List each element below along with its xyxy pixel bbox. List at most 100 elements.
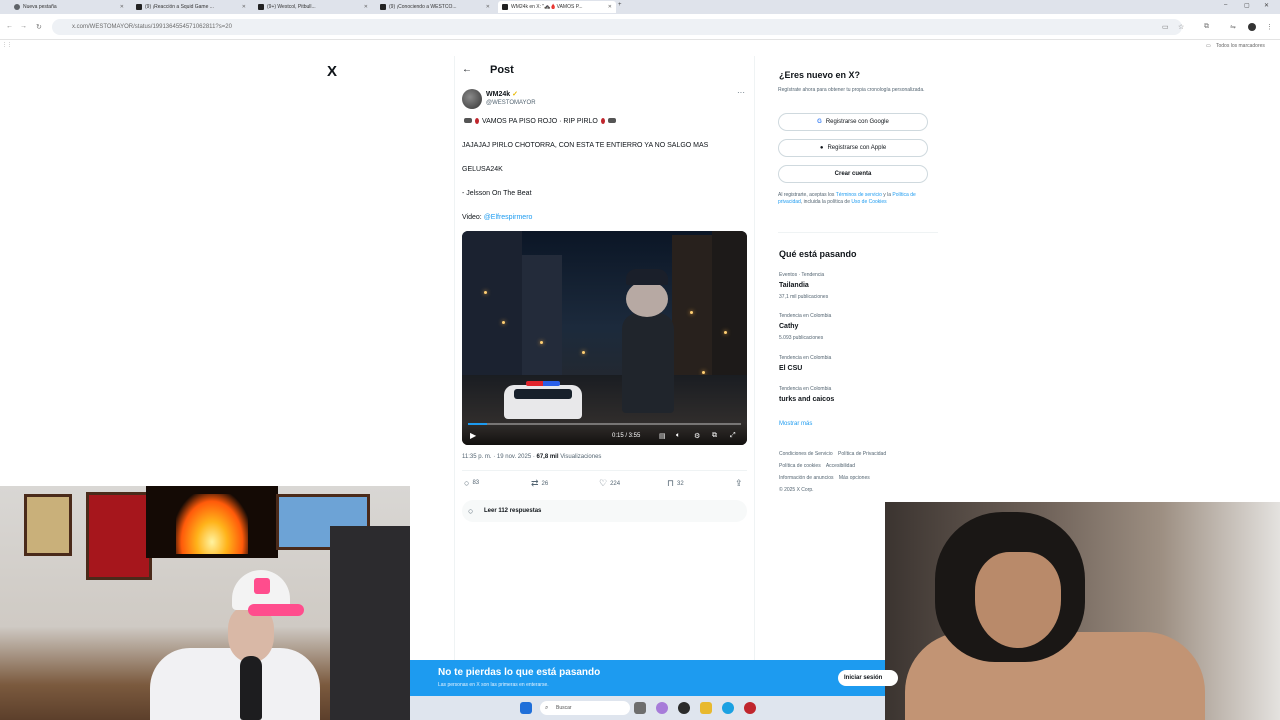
back-icon[interactable]: ← [6, 23, 13, 30]
wall-frame [86, 492, 152, 580]
copilot-icon[interactable] [656, 702, 668, 714]
widget-icon[interactable] [634, 702, 646, 714]
taskbar-search[interactable]: ⌕ Buscar [540, 701, 630, 715]
post-line-2: JAJAJAJ PIRLO CHOTORRA, CON ESTA TE ENTI… [462, 142, 709, 149]
video-player[interactable]: ▶ 0:15 / 3:55 ▤ 🔈︎ ⚙︎ ⧉ ⤢ [462, 231, 747, 445]
trend-item[interactable]: Cathy [779, 323, 798, 330]
video-credit-link[interactable]: @Elfrespirmero [484, 214, 533, 221]
close-window-icon[interactable]: ✕ [1264, 2, 1269, 9]
tab-title: (9+) Westcol, Pitbull... [267, 4, 316, 10]
windows-start-icon[interactable] [520, 702, 532, 714]
file-explorer-icon[interactable] [700, 702, 712, 714]
chrome-icon[interactable] [678, 702, 690, 714]
divider [778, 232, 938, 233]
apps-icon[interactable]: ⋮⋮ [2, 42, 12, 48]
trend-item[interactable]: Tailandia [779, 282, 809, 289]
signup-apple-button[interactable]: ● Registrarse con Apple [778, 139, 928, 157]
login-banner: No te pierdas lo que está pasando Las pe… [410, 660, 898, 696]
avatar[interactable] [1248, 23, 1256, 31]
all-bookmarks-link[interactable]: Todos los marcadores [1216, 43, 1265, 49]
tiktok-icon [380, 4, 386, 10]
streamer-webcam-left [0, 486, 410, 720]
tab-x-post[interactable]: WM24k en X: "🚓🩸VAMOS P... ✕ [498, 1, 616, 13]
signup-google-button[interactable]: G Registrarse con Google [778, 113, 928, 131]
tab-title: Nueva pestaña [23, 4, 57, 10]
rat-body [622, 313, 674, 413]
pip-icon[interactable]: ⧉ [712, 432, 717, 440]
trend-count: 37,1 mil publicaciones [779, 294, 829, 300]
fullscreen-icon[interactable]: ⤢ [730, 432, 736, 440]
trend-item[interactable]: turks and caicos [779, 396, 834, 403]
footer-link[interactable]: Información de anuncios [779, 475, 833, 481]
author-name[interactable]: WM24k ✓ [486, 90, 518, 98]
login-button[interactable]: Iniciar sesión [838, 670, 898, 686]
repost-button[interactable]: ⇄ 26 [531, 478, 548, 489]
new-tab-icon[interactable]: + [618, 2, 622, 8]
folder-icon: ▭ [1206, 43, 1211, 49]
tab-tiktok-2[interactable]: (9) ¡Conociendo a WESTCO... ✕ [376, 1, 494, 13]
menu-icon[interactable]: ⋮ [1266, 23, 1273, 31]
trend-item[interactable]: El CSU [779, 365, 802, 372]
trending-title: Qué está pasando [779, 249, 857, 259]
like-button[interactable]: ♡ 224 [599, 478, 620, 489]
back-arrow-icon[interactable]: ← [462, 64, 472, 75]
settings-icon[interactable]: ⚙︎ [694, 432, 700, 440]
avatar[interactable] [462, 89, 482, 109]
video-progress-bar[interactable] [468, 423, 741, 425]
maximize-icon[interactable]: ▢ [1244, 2, 1250, 9]
forward-icon[interactable]: → [20, 23, 27, 30]
footer-link[interactable]: Accesibilidad [826, 463, 855, 469]
tab-tiktok-1[interactable]: (9+) Westcol, Pitbull... ✕ [254, 1, 372, 13]
reload-icon[interactable]: ↻ [36, 23, 42, 31]
play-icon[interactable]: ▶ [470, 431, 476, 440]
tab-title: (9) ¡Conociendo a WESTCO... [389, 4, 457, 10]
tab-title: WM24k en X: "🚓🩸VAMOS P... [511, 4, 583, 10]
star-icon[interactable]: ☆ [1178, 23, 1184, 31]
blood-drop-icon [475, 118, 479, 124]
footer-link[interactable]: Condiciones de Servicio [779, 451, 833, 457]
minimize-icon[interactable]: – [1224, 2, 1227, 8]
close-icon[interactable]: ✕ [608, 4, 612, 10]
footer-link[interactable]: Más opciones [839, 475, 870, 481]
cookies-link[interactable]: Uso de Cookies [851, 199, 886, 205]
trend-category: Tendencia en Colombia [779, 386, 832, 392]
close-icon[interactable]: ✕ [120, 4, 124, 10]
author-handle[interactable]: @WESTOMAYOR [486, 100, 536, 106]
close-icon[interactable]: ✕ [242, 4, 246, 10]
app-icon[interactable] [744, 702, 756, 714]
volume-icon[interactable]: 🔈︎ [676, 432, 680, 440]
x-logo-icon[interactable]: X [324, 64, 340, 80]
more-options-icon[interactable]: ··· [737, 88, 745, 97]
window-light [702, 371, 705, 374]
profile-switch-icon[interactable]: ⇋ [1230, 23, 1236, 31]
close-icon[interactable]: ✕ [486, 4, 490, 10]
youtube-icon [136, 4, 142, 10]
streamer [150, 570, 320, 720]
bookmark-button[interactable]: ⊓ 32 [667, 478, 684, 489]
streamer-face [975, 552, 1061, 648]
cast-icon[interactable]: ▭ [1162, 23, 1169, 31]
tab-new-tab[interactable]: Nueva pestaña ✕ [10, 1, 128, 13]
share-button[interactable]: ⇪ [735, 478, 743, 489]
create-account-button[interactable]: Crear cuenta [778, 165, 928, 183]
video-controls [462, 423, 747, 445]
read-replies-button[interactable]: ○ Leer 112 respuestas [462, 500, 747, 522]
show-more-link[interactable]: Mostrar más [779, 421, 812, 427]
heart-icon: ♡ [599, 478, 608, 488]
extensions-icon[interactable]: ⧉ [1204, 23, 1209, 31]
terms-link[interactable]: Términos de servicio [836, 192, 882, 198]
footer-link[interactable]: Política de cookies [779, 463, 821, 469]
police-car-icon [607, 118, 616, 123]
footer-link[interactable]: Política de Privacidad [838, 451, 886, 457]
trend-count: 5.093 publicaciones [779, 335, 824, 341]
tab-youtube-1[interactable]: (9) ¡Reacción a Squid Game ... ✕ [132, 1, 250, 13]
microphone [240, 656, 262, 720]
close-icon[interactable]: ✕ [364, 4, 368, 10]
divider [462, 470, 747, 471]
reply-button[interactable]: ○ 83 [464, 478, 479, 488]
captions-icon[interactable]: ▤ [659, 432, 666, 440]
banner-subtitle: Las personas en X son las primeras en en… [438, 682, 549, 688]
url-input[interactable]: x.com/WESTOMAYOR/status/1991364554571062… [52, 19, 1182, 35]
edge-icon[interactable] [722, 702, 734, 714]
trend-category: Tendencia en Colombia [779, 355, 832, 361]
